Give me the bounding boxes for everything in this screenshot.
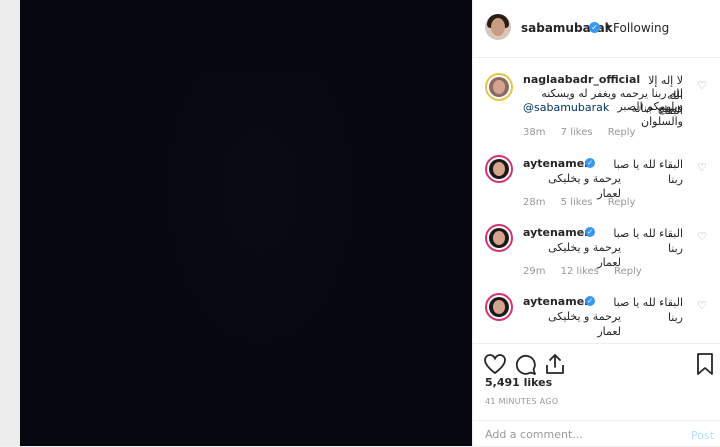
commenter-avatar[interactable]	[485, 73, 513, 101]
verified-badge-icon: ✓	[589, 22, 600, 33]
comment-item: aytenamer ✓ البقاء لله يا صبا ربنا يرحمة…	[473, 291, 720, 343]
commenter-username[interactable]: aytenamer	[523, 157, 590, 170]
post-timestamp: 41 MINUTES AGO	[485, 397, 559, 406]
comment-likes[interactable]: 7 likes	[561, 127, 593, 138]
comment-text-line: يرحمة و يخليكى لعمار	[548, 310, 621, 338]
commenter-avatar[interactable]	[485, 224, 513, 252]
comment-item: aytenamer ✓ البقاء لله يا صبا ربنا يرحمة…	[473, 222, 720, 286]
comment-time: 28m	[523, 197, 546, 208]
comment-item: aytenamer ✓ البقاء لله يا صبا ربنا يرحمة…	[473, 153, 720, 217]
commenter-avatar[interactable]	[485, 155, 513, 183]
add-comment-input[interactable]	[485, 428, 675, 441]
heart-icon[interactable]: ♡	[697, 230, 707, 243]
post-image-dark-content	[150, 70, 370, 370]
verified-badge-icon: ✓	[585, 296, 595, 306]
likes-count[interactable]: 5,491 likes	[485, 376, 552, 389]
commenter-username[interactable]: naglaabadr_official	[523, 73, 640, 86]
heart-icon[interactable]: ♡	[697, 79, 707, 92]
comment-likes[interactable]: 5 likes	[561, 197, 593, 208]
following-button[interactable]: Following	[613, 21, 669, 35]
author-avatar[interactable]	[485, 14, 511, 40]
comments-list[interactable]: naglaabadr_official لا إله إلا الله البق…	[473, 59, 720, 343]
bookmark-icon[interactable]	[693, 352, 717, 376]
add-comment-row: Post	[473, 420, 720, 447]
post-actions: 5,491 likes 41 MINUTES AGO Post	[473, 343, 720, 446]
post-side-panel: sabamubarak ✓ • Following naglaabadr_off…	[472, 0, 720, 446]
heart-icon[interactable]	[483, 352, 507, 376]
heart-icon[interactable]: ♡	[697, 161, 707, 174]
post-image[interactable]	[20, 0, 472, 446]
commenter-avatar[interactable]	[485, 293, 513, 321]
share-icon[interactable]	[543, 352, 567, 376]
post-header: sabamubarak ✓ • Following	[473, 0, 720, 58]
header-separator: •	[604, 20, 612, 34]
commenter-username[interactable]: aytenamer	[523, 295, 590, 308]
comment-meta: 38m 7 likes Reply	[523, 127, 647, 138]
instagram-post-frame: sabamubarak ✓ • Following naglaabadr_off…	[0, 0, 720, 446]
verified-badge-icon: ✓	[585, 227, 595, 237]
comment-reply-button[interactable]: Reply	[608, 127, 636, 138]
comment-time: 38m	[523, 127, 546, 138]
post-comment-button[interactable]: Post	[691, 429, 714, 442]
comment-time: 29m	[523, 266, 546, 277]
comment-mention-link[interactable]: @sabamubarak	[523, 101, 609, 114]
comment-text-line: ويلهمكم الصبر والسلوان	[617, 100, 683, 128]
verified-badge-icon: ✓	[585, 158, 595, 168]
comment-reply-button[interactable]: Reply	[608, 197, 636, 208]
comment-icon[interactable]	[513, 352, 537, 376]
comment-meta: 29m 12 likes Reply	[523, 266, 654, 277]
comment-meta: 28m 5 likes Reply	[523, 197, 647, 208]
commenter-username[interactable]: aytenamer	[523, 226, 590, 239]
comment-item: naglaabadr_official لا إله إلا الله البق…	[473, 71, 720, 143]
heart-icon[interactable]: ♡	[697, 299, 707, 312]
comment-reply-button[interactable]: Reply	[614, 266, 642, 277]
comment-likes[interactable]: 12 likes	[561, 266, 599, 277]
